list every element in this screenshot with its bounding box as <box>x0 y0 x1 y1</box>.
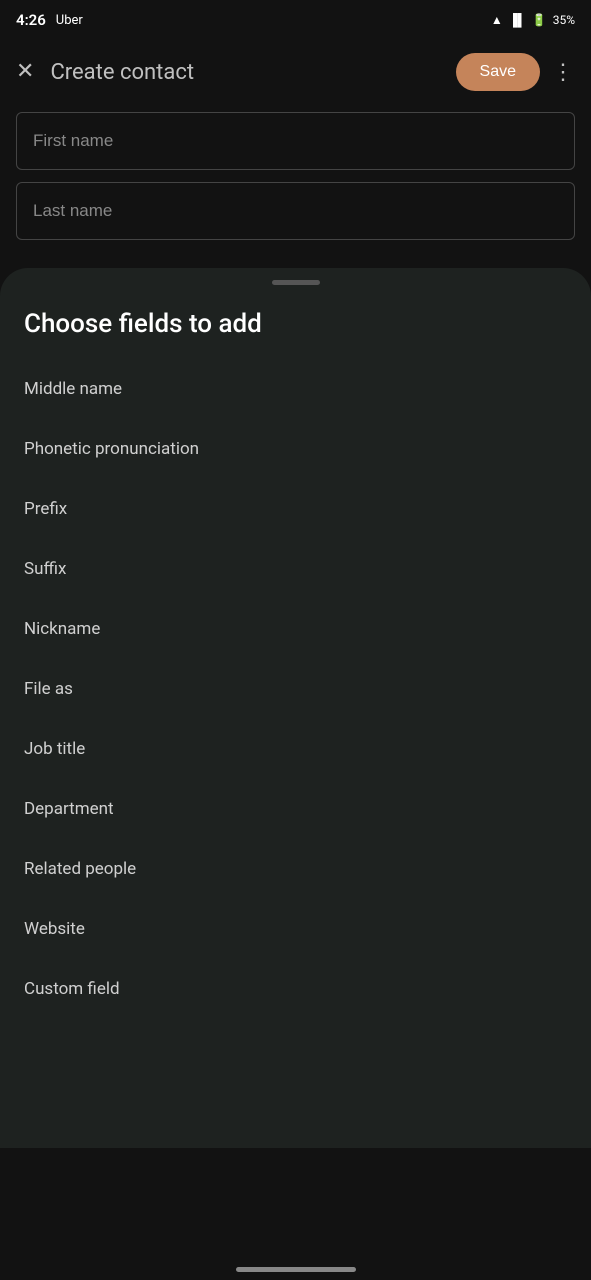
battery-icon: 🔋 <box>532 13 547 27</box>
signal-icon: ▐▌ <box>509 13 526 27</box>
field-item[interactable]: Prefix <box>0 479 591 539</box>
status-bar: 4:26 Uber ▲ ▐▌ 🔋 35% <box>0 0 591 40</box>
field-item[interactable]: Middle name <box>0 359 591 419</box>
field-list: Middle namePhonetic pronunciationPrefixS… <box>0 359 591 1019</box>
field-item[interactable]: Phonetic pronunciation <box>0 419 591 479</box>
field-item[interactable]: File as <box>0 659 591 719</box>
field-item[interactable]: Related people <box>0 839 591 899</box>
field-item[interactable]: Custom field <box>0 959 591 1019</box>
sheet-handle <box>272 280 320 285</box>
status-app: Uber <box>56 13 83 28</box>
field-item[interactable]: Website <box>0 899 591 959</box>
home-indicator <box>236 1267 356 1272</box>
field-item[interactable]: Department <box>0 779 591 839</box>
field-item[interactable]: Job title <box>0 719 591 779</box>
close-button[interactable]: ✕ <box>16 61 34 83</box>
last-name-input[interactable] <box>16 182 575 240</box>
more-options-button[interactable]: ⋮ <box>552 60 575 85</box>
status-time: 4:26 <box>16 11 46 29</box>
field-item[interactable]: Nickname <box>0 599 591 659</box>
sheet-title: Choose fields to add <box>0 309 591 359</box>
save-button[interactable]: Save <box>456 53 540 91</box>
app-bar-right: Save ⋮ <box>456 53 575 91</box>
first-name-input[interactable] <box>16 112 575 170</box>
field-item[interactable]: Suffix <box>0 539 591 599</box>
form-area <box>0 104 591 268</box>
bottom-sheet: Choose fields to add Middle namePhonetic… <box>0 268 591 1148</box>
wifi-icon: ▲ <box>491 13 503 27</box>
app-bar: ✕ Create contact Save ⋮ <box>0 40 591 104</box>
battery-percent: 35% <box>553 13 575 27</box>
app-bar-left: ✕ Create contact <box>16 60 194 85</box>
page-title: Create contact <box>50 60 194 85</box>
status-left: 4:26 Uber <box>16 11 83 29</box>
status-right: ▲ ▐▌ 🔋 35% <box>491 13 575 27</box>
